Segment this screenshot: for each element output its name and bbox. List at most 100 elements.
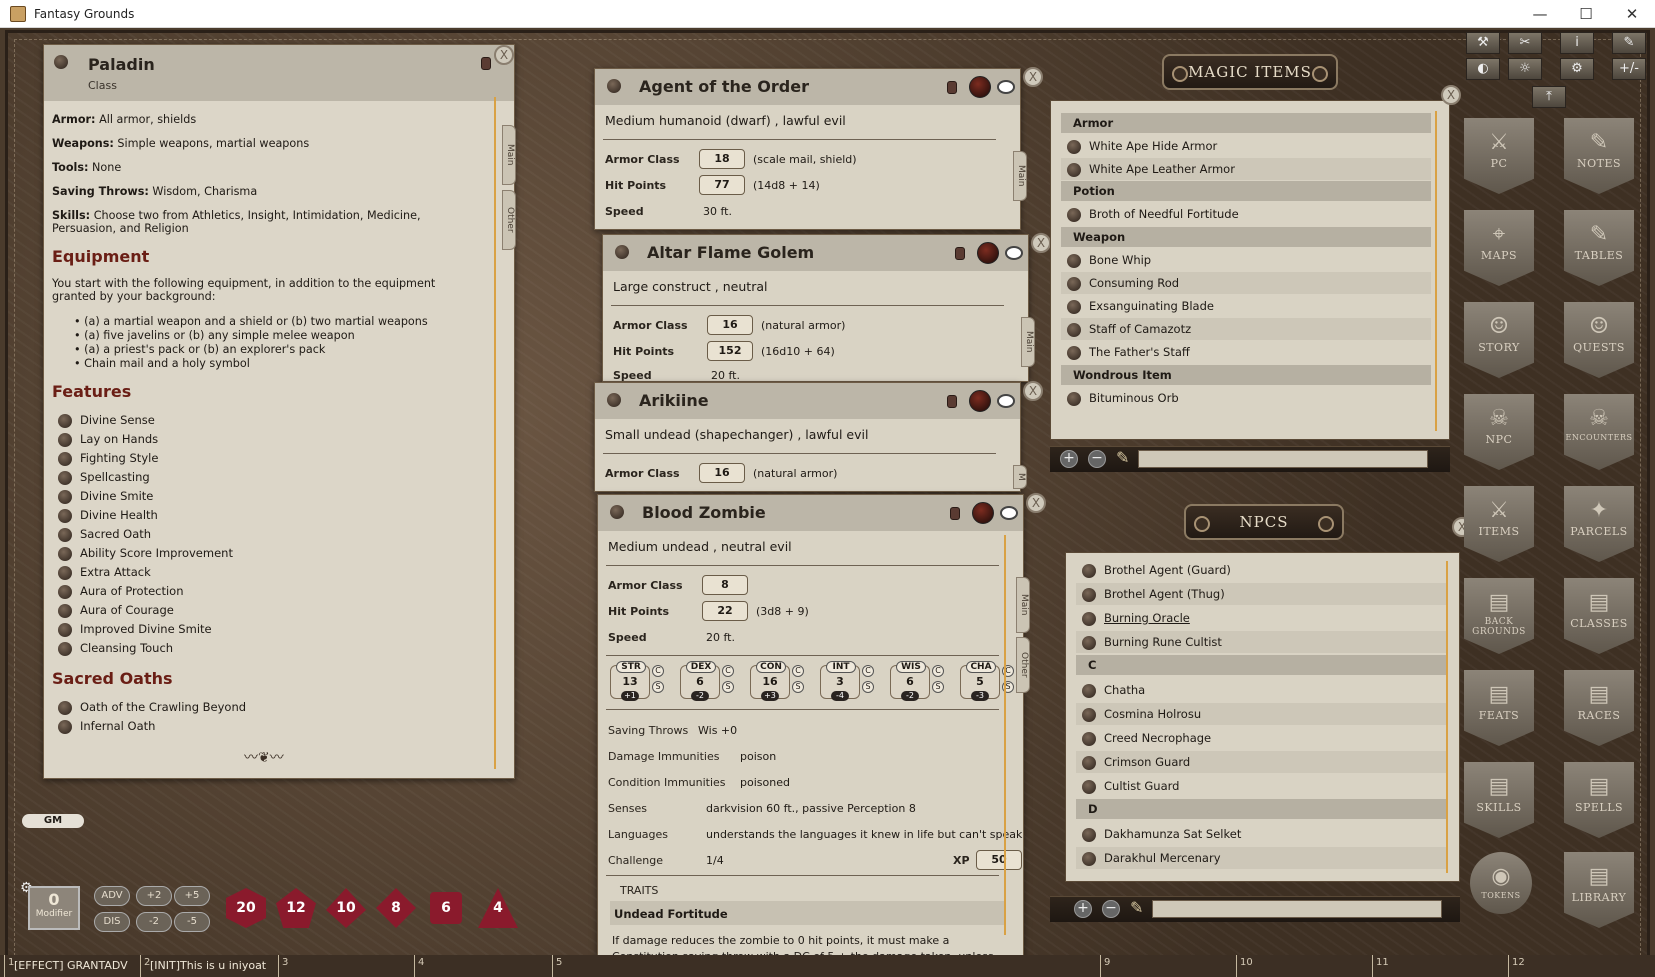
check-button[interactable]: C — [932, 665, 944, 677]
sidebar-tile-skills[interactable]: ▤ SKILLS — [1464, 762, 1534, 838]
sidebar-tile-notes[interactable]: ✎ NOTES — [1564, 118, 1634, 194]
link-icon[interactable] — [58, 603, 72, 618]
link-icon[interactable] — [1082, 587, 1096, 602]
sidebar-tile-backgrounds[interactable]: ▤ BACK GROUNDS — [1464, 578, 1534, 654]
dis-button[interactable]: DIS — [94, 912, 130, 932]
sidebar-tile-races[interactable]: ▤ RACES — [1564, 670, 1634, 746]
feature-item[interactable]: Cleansing Touch — [58, 641, 173, 656]
check-button[interactable]: C — [722, 665, 734, 677]
filter-icon[interactable]: ✎ — [1130, 898, 1143, 917]
sidebar-tile-npc[interactable]: ☠ NPC — [1464, 394, 1534, 470]
sidebar-tile-classes[interactable]: ▤ CLASSES — [1564, 578, 1634, 654]
tab-other[interactable]: Other — [1016, 637, 1030, 693]
list-item[interactable]: White Ape Leather Armor — [1061, 158, 1431, 180]
list-item[interactable]: White Ape Hide Armor — [1061, 135, 1431, 157]
link-icon[interactable] — [58, 527, 72, 542]
toolbar-button[interactable]: ✎ — [1612, 32, 1646, 54]
link-icon[interactable] — [607, 79, 621, 93]
maximize-button[interactable]: ☐ — [1563, 0, 1609, 28]
link-icon[interactable] — [58, 700, 72, 715]
toolbar-button[interactable]: ⚙ — [1560, 58, 1594, 80]
check-button[interactable]: C — [862, 665, 874, 677]
ability-score[interactable]: 6 — [890, 675, 930, 688]
link-icon[interactable] — [1082, 731, 1096, 746]
ac-field[interactable]: 8 — [702, 575, 748, 595]
list-item[interactable]: Brothel Agent (Guard) — [1076, 559, 1446, 581]
feature-item[interactable]: Aura of Courage — [58, 603, 174, 618]
link-icon[interactable] — [58, 565, 72, 580]
xp-field[interactable]: 50 — [976, 850, 1022, 870]
list-item[interactable]: Burning Oracle — [1076, 607, 1446, 629]
list-item[interactable]: Cosmina Holrosu — [1076, 703, 1446, 725]
link-icon[interactable] — [1067, 322, 1081, 337]
save-button[interactable]: S — [722, 681, 734, 693]
feature-item[interactable]: Divine Sense — [58, 413, 155, 428]
ac-field[interactable]: 16 — [699, 463, 745, 483]
link-icon[interactable] — [1082, 779, 1096, 794]
minus5-button[interactable]: -5 — [174, 912, 210, 932]
link-icon[interactable] — [58, 546, 72, 561]
link-icon[interactable] — [54, 55, 68, 69]
feature-item[interactable]: Ability Score Improvement — [58, 546, 233, 561]
ac-field[interactable]: 16 — [707, 315, 753, 335]
lock-icon[interactable] — [947, 81, 957, 94]
link-icon[interactable] — [58, 413, 72, 428]
speech-bubble-icon[interactable] — [997, 80, 1015, 94]
list-item[interactable]: Broth of Needful Fortitude — [1061, 203, 1431, 225]
sidebar-tile-tables[interactable]: ✎ TABLES — [1564, 210, 1634, 286]
link-icon[interactable] — [1082, 563, 1096, 578]
save-button[interactable]: S — [932, 681, 944, 693]
ability-score[interactable]: 13 — [610, 675, 650, 688]
feature-item[interactable]: Extra Attack — [58, 565, 151, 580]
token-icon[interactable] — [972, 502, 994, 524]
tab-other[interactable]: Other — [502, 190, 516, 250]
lock-icon[interactable] — [950, 507, 960, 520]
sidebar-tile-maps[interactable]: ⌖ MAPS — [1464, 210, 1534, 286]
ability-score[interactable]: 5 — [960, 675, 1000, 688]
list-item[interactable]: Bone Whip — [1061, 249, 1431, 271]
list-item[interactable]: Exsanguinating Blade — [1061, 295, 1431, 317]
d6-icon[interactable]: 6 — [430, 892, 462, 924]
link-icon[interactable] — [58, 508, 72, 523]
link-icon[interactable] — [58, 489, 72, 504]
tab-main[interactable]: Main — [1021, 317, 1035, 367]
link-icon[interactable] — [58, 470, 72, 485]
tab-main[interactable]: Main — [1013, 151, 1027, 201]
list-item[interactable]: Creed Necrophage — [1076, 727, 1446, 749]
list-item[interactable]: Bituminous Orb — [1061, 387, 1431, 409]
list-item[interactable]: Consuming Rod — [1061, 272, 1431, 294]
token-icon[interactable] — [977, 242, 999, 264]
plus2-button[interactable]: +2 — [136, 886, 172, 906]
sidebar-tile-feats[interactable]: ▤ FEATS — [1464, 670, 1534, 746]
list-item[interactable]: Cultist Guard — [1076, 775, 1446, 797]
save-button[interactable]: S — [862, 681, 874, 693]
sidebar-tile-spells[interactable]: ▤ SPELLS — [1564, 762, 1634, 838]
list-item[interactable]: Burning Rune Cultist — [1076, 631, 1446, 653]
close-icon[interactable]: X — [1026, 493, 1046, 513]
plus5-button[interactable]: +5 — [174, 886, 210, 906]
toolbar-button[interactable]: i — [1560, 32, 1594, 54]
scrollbar[interactable] — [494, 97, 496, 769]
list-item[interactable]: The Father's Staff — [1061, 341, 1431, 363]
toolbar-button[interactable]: ☼ — [1508, 58, 1542, 80]
sidebar-tile-story[interactable]: ☺ STORY — [1464, 302, 1534, 378]
modifier-box[interactable]: 0 Modifier — [28, 886, 80, 930]
filter-input[interactable] — [1152, 900, 1442, 918]
link-icon[interactable] — [58, 451, 72, 466]
close-icon[interactable]: X — [494, 45, 514, 65]
link-icon[interactable] — [1067, 345, 1081, 360]
speech-bubble-icon[interactable] — [1005, 246, 1023, 260]
minimize-button[interactable]: — — [1517, 0, 1563, 28]
link-icon[interactable] — [1067, 162, 1081, 177]
check-button[interactable]: C — [652, 665, 664, 677]
adv-button[interactable]: ADV — [94, 886, 130, 906]
add-icon[interactable]: + — [1074, 900, 1092, 918]
ability-score[interactable]: 16 — [750, 675, 790, 688]
link-icon[interactable] — [1082, 611, 1096, 626]
link-icon[interactable] — [615, 245, 629, 259]
close-icon[interactable]: X — [1441, 85, 1461, 105]
link-icon[interactable] — [1082, 851, 1096, 866]
check-button[interactable]: C — [792, 665, 804, 677]
lock-icon[interactable] — [947, 395, 957, 408]
toolbar-button[interactable]: ✂ — [1508, 32, 1542, 54]
